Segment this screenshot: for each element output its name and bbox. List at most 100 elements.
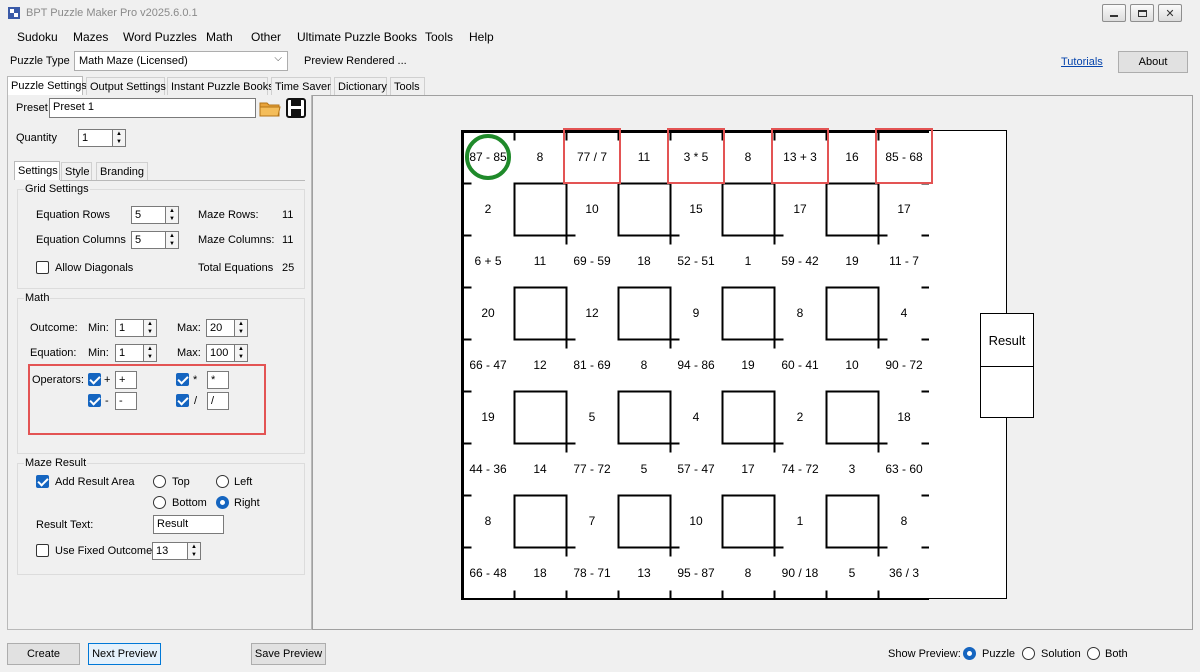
maze-cell [514,391,566,443]
open-folder-icon[interactable] [259,98,281,118]
tab-settings[interactable]: Settings [14,161,60,180]
about-button[interactable]: About [1118,51,1188,73]
result-bottom-radio[interactable] [153,496,166,509]
tab-time-saver[interactable]: Time Saver [271,77,331,96]
preview-status: Preview Rendered ... [304,55,407,67]
maze-cell: 8 [640,358,648,372]
equation-columns-field[interactable]: 5 [131,231,166,249]
preset-label: Preset [16,102,48,114]
create-button[interactable]: Create [7,643,80,665]
maze-cell: 6 + 5 [474,254,502,268]
outcome-min-stepper[interactable]: ▲ ▼ [143,319,157,337]
outcome-max-stepper[interactable]: ▲ ▼ [234,319,248,337]
result-left-radio[interactable] [216,475,229,488]
maze-columns-value: 11 [282,234,294,246]
show-both-radio[interactable] [1087,647,1100,660]
title-bar: BPT Puzzle Maker Pro v2025.6.0.1 ✕ [0,0,1200,26]
allow-diagonals-checkbox[interactable] [36,261,49,274]
maze-cell: 20 [481,306,495,320]
maze-cell: 16 [845,150,859,164]
menu-ultimate-puzzle-books[interactable]: Ultimate Puzzle Books [297,30,417,44]
maze-cell [722,391,774,443]
maze-cell [826,287,878,339]
result-right-radio[interactable] [216,496,229,509]
outcome-min-field[interactable]: 1 [115,319,144,337]
next-preview-button[interactable]: Next Preview [88,643,161,665]
quantity-label: Quantity [16,132,57,144]
add-result-area-checkbox[interactable] [36,475,49,488]
equation-rows-stepper[interactable]: ▲ ▼ [165,206,179,224]
menu-tools[interactable]: Tools [425,30,453,44]
maze-cell: 11 [637,150,651,164]
maze-cell [826,495,878,547]
equation-max-stepper[interactable]: ▲ ▼ [234,344,248,362]
maze-cell: 17 [897,202,911,216]
maze-cell [514,495,566,547]
tab-puzzle-settings[interactable]: Puzzle Settings [7,76,87,95]
menu-help[interactable]: Help [469,30,494,44]
minimize-button[interactable] [1102,4,1126,22]
result-left-label: Left [234,476,253,488]
save-icon[interactable] [286,98,306,118]
subtab-divider [60,180,305,181]
equation-max-field[interactable]: 100 [206,344,235,362]
maze-cell [618,495,670,547]
outcome-label: Outcome: [30,322,78,334]
maze-cell [826,183,878,235]
show-solution-label: Solution [1041,648,1081,660]
maze-cell: 60 - 41 [781,358,819,372]
show-puzzle-radio[interactable] [963,647,976,660]
maze-cell: 44 - 36 [469,462,507,476]
menu-sudoku[interactable]: Sudoku [17,30,58,44]
tab-output-settings[interactable]: Output Settings [86,77,166,96]
tab-dictionary[interactable]: Dictionary [334,77,387,96]
equation-min-stepper[interactable]: ▲ ▼ [143,344,157,362]
outcome-max-field[interactable]: 20 [206,319,235,337]
equation-min-field[interactable]: 1 [115,344,144,362]
maze-cell: 5 [848,566,856,580]
menu-word-puzzles[interactable]: Word Puzzles [123,30,197,44]
maximize-button[interactable] [1130,4,1154,22]
maze-columns-label: Maze Columns: [198,234,275,246]
show-solution-radio[interactable] [1022,647,1035,660]
save-preview-button[interactable]: Save Preview [251,643,326,665]
close-button[interactable]: ✕ [1158,4,1182,22]
puzzle-type-select[interactable]: Math Maze (Licensed) ⌵ [74,51,288,71]
tab-tools[interactable]: Tools [390,77,425,96]
maze-cell: 8 [796,306,804,320]
maze-cell: 66 - 47 [469,358,507,372]
maze-cell: 63 - 60 [885,462,923,476]
maze-cell [618,287,670,339]
preset-field[interactable]: Preset 1 [49,98,256,118]
equation-columns-stepper[interactable]: ▲ ▼ [165,231,179,249]
menu-mazes[interactable]: Mazes [73,30,108,44]
tab-style[interactable]: Style [61,162,92,181]
maze-cell: 77 - 72 [573,462,611,476]
allow-diagonals-label: Allow Diagonals [55,262,134,274]
fixed-outcome-field[interactable]: 13 [152,542,188,560]
result-top-label: Top [172,476,190,488]
quantity-field[interactable]: 1 [78,129,113,147]
maze-cell: 8 [484,514,492,528]
show-preview-label: Show Preview: [888,648,961,660]
maze-cell: 10 [585,202,599,216]
use-fixed-outcome-checkbox[interactable] [36,544,49,557]
maze-cell [722,183,774,235]
tab-instant-puzzle-books[interactable]: Instant Puzzle Books [167,77,274,96]
menu-other[interactable]: Other [251,30,281,44]
puzzle-type-value: Math Maze (Licensed) [79,55,188,67]
tab-branding[interactable]: Branding [96,162,148,181]
result-text-field[interactable]: Result [153,515,224,534]
result-top-radio[interactable] [153,475,166,488]
maze-cell: 11 - 7 [889,254,919,268]
puzzle-type-row: Puzzle Type Math Maze (Licensed) ⌵ Previ… [0,50,1200,74]
tutorials-link[interactable]: Tutorials [1061,56,1103,68]
quantity-stepper[interactable]: ▲ ▼ [112,129,126,147]
fixed-outcome-stepper[interactable]: ▲ ▼ [187,542,201,560]
maze-cell: 5 [640,462,648,476]
equation-rows-label: Equation Rows [36,209,110,221]
menu-math[interactable]: Math [206,30,233,44]
equation-max-label: Max: [177,347,201,359]
equation-rows-field[interactable]: 5 [131,206,166,224]
maze-cell: 8 [900,514,908,528]
